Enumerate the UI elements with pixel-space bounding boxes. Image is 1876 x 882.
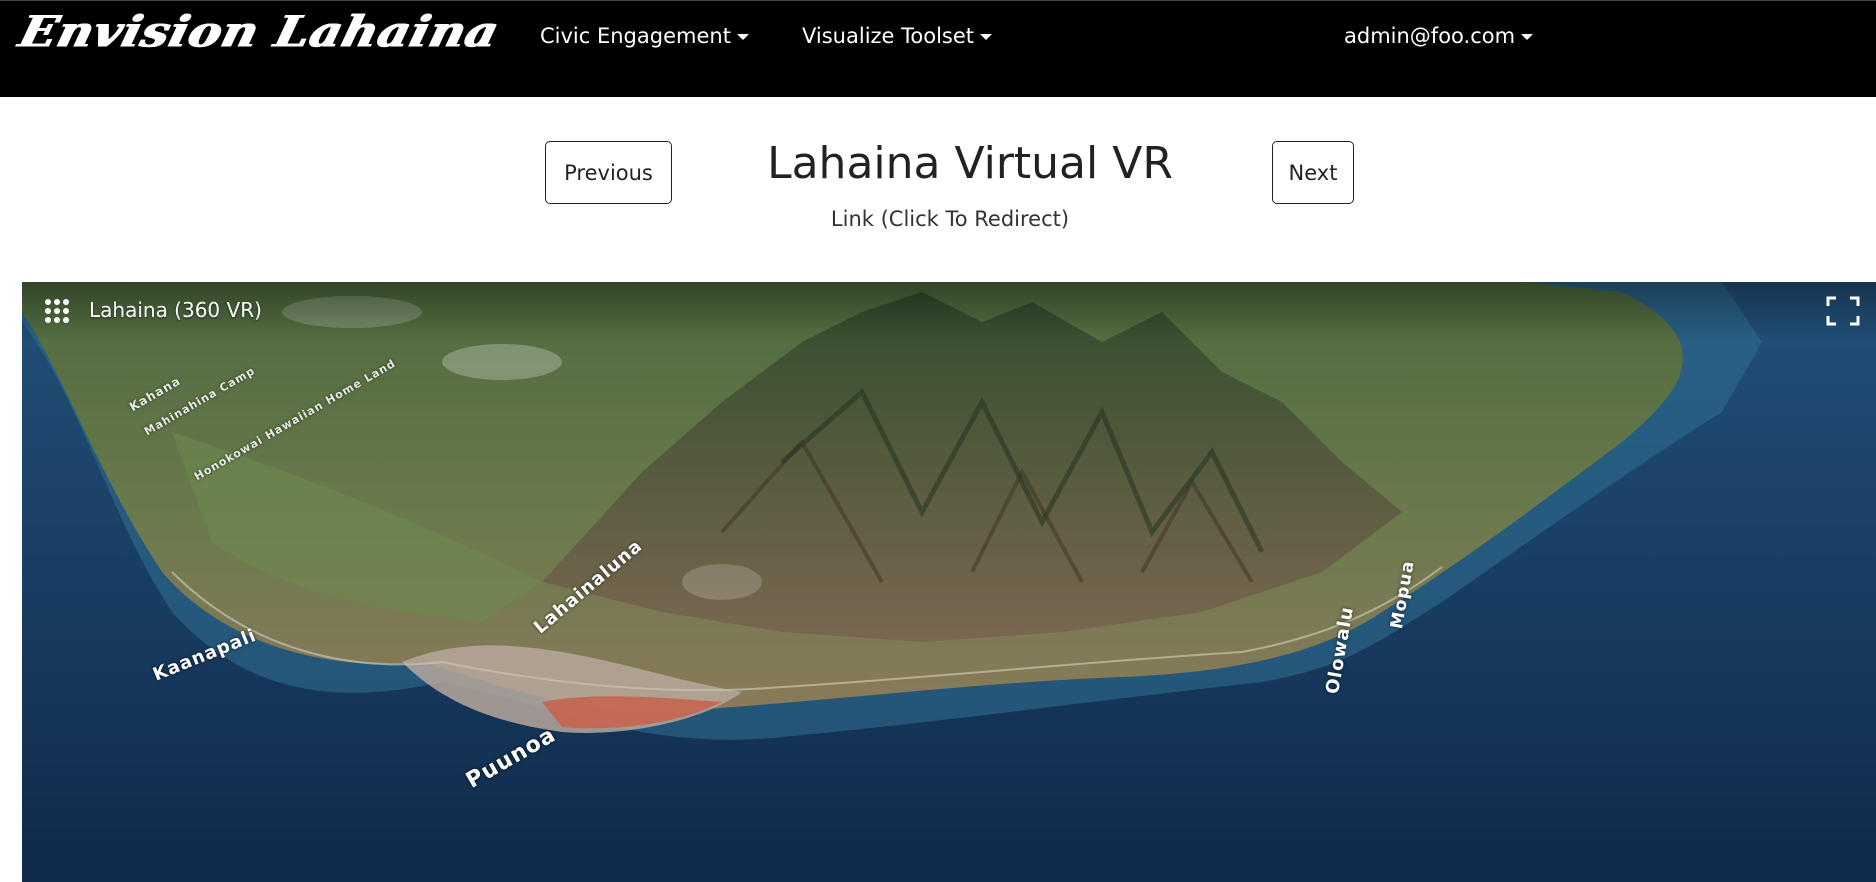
civic-engagement-dropdown[interactable]: Civic Engagement [540,21,749,51]
viewer-toolbar [22,282,1876,340]
caret-down-icon [1521,34,1534,40]
fullscreen-icon[interactable] [1826,296,1860,326]
caret-down-icon [736,34,749,40]
top-navbar: Envision Lahaina Civic Engagement Visual… [0,0,1876,97]
caret-down-icon [980,34,993,40]
grid-menu-icon[interactable] [44,298,70,324]
civic-engagement-label: Civic Engagement [540,24,731,48]
redirect-link[interactable]: Link (Click To Redirect) [700,207,1200,231]
vr-panorama-viewer[interactable]: Kaanapali Lahainaluna Puunoa Olowalu Mop… [22,282,1876,882]
brand-logo[interactable]: Envision Lahaina [13,7,503,57]
user-email-label: admin@foo.com [1344,24,1516,48]
next-button[interactable]: Next [1272,141,1354,204]
visualize-toolset-dropdown[interactable]: Visualize Toolset [802,21,993,51]
visualize-toolset-label: Visualize Toolset [802,24,975,48]
user-account-dropdown[interactable]: admin@foo.com [1344,21,1534,51]
previous-button[interactable]: Previous [545,141,672,204]
aerial-terrain-image[interactable] [22,282,1876,882]
page-title: Lahaina Virtual VR [767,138,1173,189]
scene-title: Lahaina (360 VR) [89,298,262,322]
